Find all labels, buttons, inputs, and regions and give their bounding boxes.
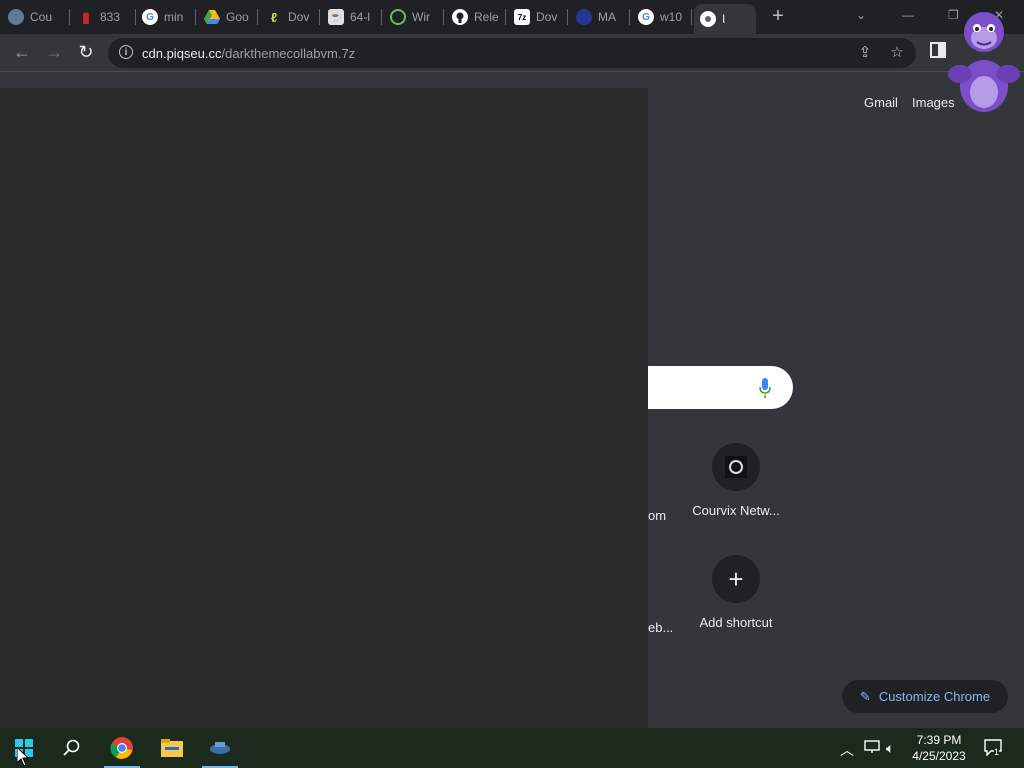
tab-label: 64-l [350, 10, 371, 24]
7zip-icon: 7z [514, 9, 530, 25]
file-explorer-icon[interactable] [152, 728, 192, 768]
vm-icon[interactable] [200, 728, 240, 768]
tab-wir[interactable]: Wir [390, 6, 444, 28]
partial-shortcut-label: om [648, 508, 667, 523]
show-hidden-icons[interactable]: ︿ [840, 740, 854, 760]
microphone-icon[interactable] [758, 377, 772, 399]
address-bar[interactable]: i cdn.piqseu.cc/darkthemecollabvm.7z ⇪ ☆ [108, 38, 916, 68]
tab-ma[interactable]: MA [576, 6, 630, 28]
notification-count: 1 [994, 747, 1000, 757]
customize-chrome-button[interactable]: ✎ Customize Chrome [842, 680, 1008, 713]
github-icon [452, 9, 468, 25]
globe-icon [8, 9, 24, 25]
mouse-cursor-icon [17, 747, 29, 767]
tab-cou[interactable]: Cou [8, 6, 70, 28]
shortcut-label: Courvix Netw... [692, 503, 780, 518]
tab-w10[interactable]: G w10 [638, 6, 692, 28]
plus-icon: + [712, 555, 760, 603]
tab-active[interactable]: I [694, 4, 756, 34]
url-host: cdn.piqseu.cc [142, 46, 222, 61]
tab-label: Cou [30, 10, 53, 24]
gmail-link[interactable]: Gmail [864, 95, 898, 110]
chrome-icon[interactable] [102, 728, 142, 768]
tab-label: MA [598, 10, 616, 24]
shortcut-courvix[interactable]: Courvix Netw... [686, 443, 786, 518]
blurred-overlay [0, 88, 648, 728]
drive-icon [204, 9, 220, 25]
tab-label: Goo [226, 10, 249, 24]
shortcut-label: Add shortcut [699, 615, 773, 630]
system-clock[interactable]: 7:39 PM 4/25/2023 [906, 732, 972, 764]
pencil-icon: ✎ [859, 688, 871, 704]
search-icon[interactable] [52, 728, 92, 768]
tab-label: Dov [288, 10, 310, 24]
forward-arrow-icon[interactable]: → [44, 42, 64, 62]
tab-search-icon[interactable]: ⌄ [856, 8, 866, 22]
new-tab-button[interactable]: + [768, 6, 788, 26]
tab-label: I [722, 12, 726, 26]
url-path: /darkthemecollabvm.7z [221, 46, 356, 61]
purple-gorilla-mascot[interactable] [946, 4, 1022, 116]
volume-icon[interactable]: 🔈︎ [886, 740, 894, 757]
network-icon[interactable] [864, 740, 880, 757]
red-mark-icon: ▮ [82, 8, 90, 25]
share-icon[interactable]: ⇪ [856, 44, 874, 62]
chat-icon [390, 9, 406, 25]
info-icon[interactable]: i [119, 45, 133, 59]
google-icon: G [142, 9, 158, 25]
java-icon: ☕ [328, 9, 344, 25]
leaf-icon: ℓ [270, 9, 278, 25]
tab-64[interactable]: ☕ 64-l [328, 6, 382, 28]
windows-taskbar: ︿ 🔈︎ 7:39 PM 4/25/2023 1 [0, 728, 1024, 768]
search-box[interactable] [648, 366, 793, 409]
tab-label: min [164, 10, 184, 24]
tab-833[interactable]: ▮ 833 [78, 6, 136, 28]
back-arrow-icon[interactable]: ← [12, 42, 32, 62]
google-icon: G [638, 9, 654, 25]
side-panel-icon[interactable] [928, 42, 948, 62]
tab-label: w10 [660, 10, 683, 24]
clock-time: 7:39 PM [916, 733, 962, 747]
url-text[interactable]: cdn.piqseu.cc/darkthemecollabvm.7z [142, 46, 355, 61]
tab-strip: Cou ▮ 833 G min Goo ℓ Dov ☕ 64-l Wir Rel… [0, 0, 1024, 34]
add-shortcut-button[interactable]: + Add shortcut [686, 555, 786, 630]
chrome-icon [700, 11, 716, 27]
bookmark-star-icon[interactable]: ☆ [888, 44, 906, 62]
tab-dov[interactable]: ℓ Dov [266, 6, 320, 28]
tab-dov-7z[interactable]: 7z Dov [514, 6, 568, 28]
tab-goo[interactable]: Goo [204, 6, 258, 28]
clock-date: 4/25/2023 [912, 749, 966, 763]
courvix-icon [712, 443, 760, 491]
minimize-icon[interactable]: — [902, 8, 914, 22]
tab-label: Rele [474, 10, 499, 24]
customize-label: Customize Chrome [878, 689, 991, 704]
mas-icon [576, 9, 592, 25]
browser-toolbar: ← → ↻ i cdn.piqseu.cc/darkthemecollabvm.… [0, 34, 1024, 72]
partial-shortcut-label: eb... [648, 620, 674, 635]
notification-icon[interactable]: 1 [984, 738, 1002, 759]
tab-min[interactable]: G min [142, 6, 196, 28]
tab-label: Dov [536, 10, 558, 24]
tab-label: Wir [412, 10, 430, 24]
tab-label: 833 [100, 10, 121, 24]
reload-icon[interactable]: ↻ [76, 42, 96, 62]
tab-rele[interactable]: Rele [452, 6, 506, 28]
